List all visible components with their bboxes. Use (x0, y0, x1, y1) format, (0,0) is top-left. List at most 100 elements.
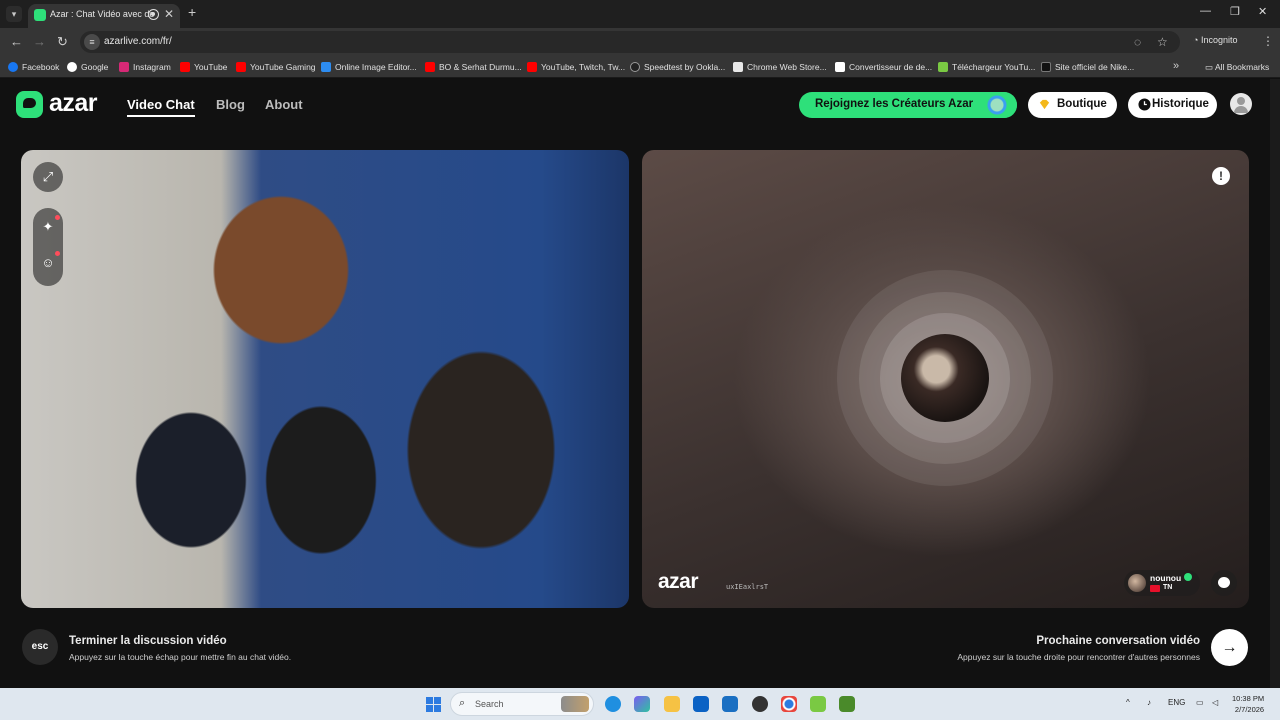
close-window-icon[interactable]: ✕ (1258, 5, 1267, 18)
search-icon: ⌕ (459, 697, 466, 709)
bookmark-speedtest[interactable]: Speedtest by Ookla... (630, 62, 725, 72)
download-icon (938, 62, 948, 72)
bookmark-star-icon[interactable]: ☆ (1157, 35, 1168, 49)
taskbar-search[interactable]: ⌕ Search (450, 692, 594, 716)
restore-icon[interactable]: ❐ (1230, 5, 1240, 18)
bookmark-image-editor[interactable]: Online Image Editor... (321, 62, 417, 72)
more-bookmarks-icon[interactable]: » (1173, 60, 1179, 72)
creators-art-icon (977, 92, 1017, 118)
new-indicator-dot (55, 215, 60, 220)
diamond-icon (1039, 99, 1050, 110)
next-chat-subtitle: Appuyez sur la touche droite pour rencon… (957, 652, 1200, 662)
effects-toolbar: ✦ ☺ (33, 208, 63, 286)
instagram-icon (119, 62, 129, 72)
partner-info-chip[interactable]: nounou TN (1124, 570, 1200, 596)
back-icon[interactable]: ← (10, 34, 23, 49)
browser-menu-icon[interactable]: ⋮ (1262, 34, 1274, 48)
close-tab-icon[interactable]: ✕ (164, 7, 174, 21)
bookmark-telechargeur[interactable]: Téléchargeur YouTu... (938, 62, 1035, 72)
verified-badge-icon (1184, 573, 1192, 581)
site-info-icon[interactable]: ≡ (84, 34, 100, 50)
esc-button[interactable]: esc (22, 629, 58, 665)
file-explorer-icon[interactable] (664, 696, 680, 712)
minimize-icon[interactable]: — (1200, 5, 1211, 17)
tab-title: Azar : Chat Vidéo avec de (50, 9, 155, 19)
bookmark-bo-serhat[interactable]: BO & Serhat Durmu... (425, 62, 522, 72)
bookmark-nike[interactable]: Site officiel de Nike... (1041, 62, 1134, 72)
editor-icon (321, 62, 331, 72)
bookmark-youtube[interactable]: YouTube (180, 62, 227, 72)
edge-icon[interactable] (605, 696, 621, 712)
nav-blog[interactable]: Blog (216, 97, 245, 112)
chrome-icon[interactable] (781, 696, 797, 712)
url-text[interactable]: azarlive.com/fr/ (104, 36, 172, 47)
youtube-icon (236, 62, 246, 72)
end-chat-title: Terminer la discussion vidéo (69, 635, 227, 647)
logo-text: azar (49, 89, 98, 117)
eye-off-icon[interactable]: ◌ (1134, 35, 1141, 49)
microphone-icon[interactable]: ♪ (1147, 698, 1151, 707)
system-clock[interactable]: 10:38 PM 2/7/2026 (1232, 693, 1264, 715)
incognito-indicator[interactable]: ◔ Incognito (1193, 35, 1237, 45)
azar-watermark: azar (658, 570, 699, 593)
forward-icon[interactable]: → (33, 34, 46, 49)
converter-icon (835, 62, 845, 72)
history-button[interactable]: Historique (1128, 92, 1217, 118)
bookmark-chrome-web-store[interactable]: Chrome Web Store... (733, 62, 827, 72)
recording-icon (148, 9, 159, 20)
bookmark-instagram[interactable]: Instagram (119, 62, 171, 72)
store-icon[interactable] (693, 696, 709, 712)
arrow-right-icon: → (1221, 639, 1238, 656)
flag-icon (1150, 585, 1160, 592)
mail-icon[interactable] (722, 696, 738, 712)
next-arrow-button[interactable]: → (1211, 629, 1248, 666)
bookmark-convertisseur[interactable]: Convertisseur de de... (835, 62, 932, 72)
windows-taskbar: ⌕ Search ^ ♪ ENG ▭ ◁ 10:38 PM 2/7/2026 (0, 688, 1280, 720)
google-icon (67, 62, 77, 72)
chat-bubble-icon[interactable] (1211, 570, 1237, 596)
partner-profile-photo (901, 334, 989, 422)
azar-favicon-icon (34, 9, 46, 21)
language-indicator[interactable]: ENG (1168, 698, 1185, 707)
history-label: Historique (1152, 98, 1209, 110)
new-tab-icon[interactable]: + (188, 4, 196, 20)
windows-start-icon[interactable] (426, 697, 441, 712)
bookmark-youtube-twitch[interactable]: YouTube, Twitch, Tw... (527, 62, 625, 72)
fullscreen-icon[interactable]: ⤢ (33, 162, 63, 192)
tray-chevron-icon[interactable]: ^ (1126, 698, 1130, 707)
browser-tab-strip: ▾ Azar : Chat Vidéo avec de ✕ + — ❐ ✕ (0, 0, 1280, 28)
speedtest-icon (630, 62, 640, 72)
youtube-icon (425, 62, 435, 72)
page-scrollbar[interactable] (1270, 79, 1280, 688)
clock-date: 2/7/2026 (1234, 705, 1265, 714)
app-icon[interactable] (810, 696, 826, 712)
all-bookmarks-button[interactable]: ▭ All Bookmarks (1205, 62, 1269, 73)
partner-country: TN (1163, 584, 1173, 591)
partner-name: nounou (1150, 573, 1182, 583)
nav-video-chat[interactable]: Video Chat (127, 97, 195, 117)
tab-search-icon[interactable]: ▾ (6, 6, 22, 22)
profile-avatar-icon[interactable] (1230, 93, 1252, 115)
volume-icon[interactable]: ◁ (1212, 698, 1218, 707)
bookmark-youtube-gaming[interactable]: YouTube Gaming (236, 62, 316, 72)
nav-about[interactable]: About (265, 97, 303, 112)
network-icon[interactable]: ▭ (1196, 698, 1204, 707)
address-bar-row: ← → ↻ ≡ azarlive.com/fr/ ◌ ☆ ◔ Incognito… (0, 28, 1280, 56)
incognito-icon: ◔ (1193, 35, 1201, 45)
omnibox[interactable]: ≡ azarlive.com/fr/ ◌ ☆ (80, 31, 1180, 53)
search-highlight-image (561, 696, 589, 712)
join-creators-button[interactable]: Rejoignez les Créateurs Azar (799, 92, 1017, 118)
shop-label: Boutique (1057, 98, 1107, 110)
active-tab[interactable]: Azar : Chat Vidéo avec de ✕ (28, 4, 180, 28)
report-icon[interactable]: ! (1212, 167, 1230, 185)
bookmark-google[interactable]: Google (67, 62, 108, 72)
obs-icon[interactable] (752, 696, 768, 712)
shop-button[interactable]: Boutique (1028, 92, 1117, 118)
azar-page: azar Video Chat Blog About Rejoignez les… (0, 79, 1270, 688)
facebook-icon (8, 62, 18, 72)
copilot-icon[interactable] (634, 696, 650, 712)
app-icon[interactable] (839, 696, 855, 712)
bookmark-facebook[interactable]: Facebook (8, 62, 59, 72)
partner-video-panel: ! azar uxIEaxlrsT nounou TN (642, 150, 1249, 608)
reload-icon[interactable]: ↻ (57, 34, 68, 50)
